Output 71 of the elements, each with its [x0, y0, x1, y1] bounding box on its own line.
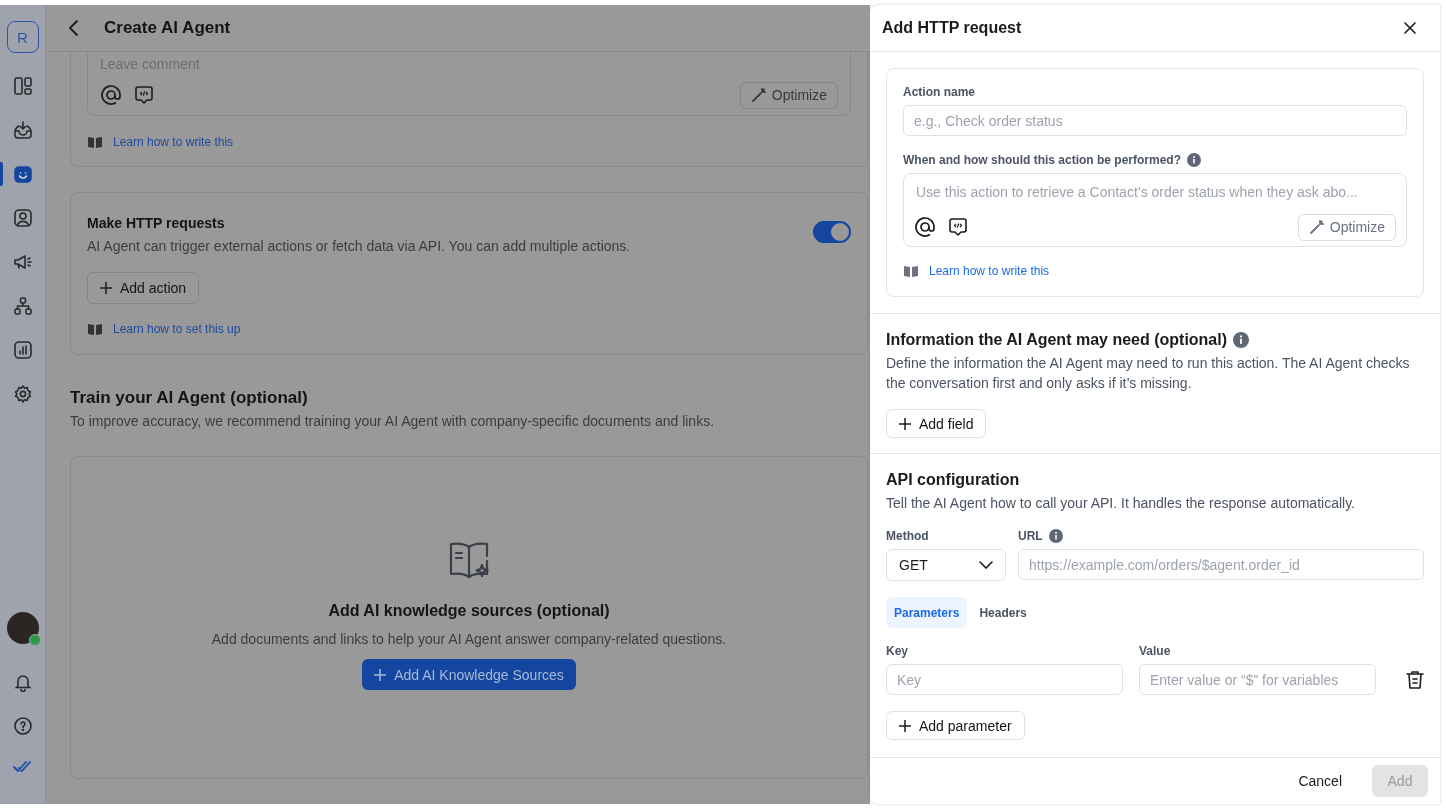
plus-icon [899, 417, 911, 430]
robot-face-icon [13, 164, 33, 184]
description-placeholder: Use this action to retrieve a Contact’s order status when they ask abo... [915, 183, 1359, 202]
optimize-button[interactable]: Optimize [739, 81, 838, 109]
key-field[interactable]: Key [886, 664, 1123, 695]
cancel-button[interactable]: Cancel [1284, 773, 1356, 789]
panel-title: Add HTTP request [882, 19, 1022, 37]
field-label: Key [886, 644, 909, 658]
info-icon[interactable] [1233, 332, 1250, 348]
section-title: API configuration [886, 470, 1021, 490]
value-field[interactable]: Enter value or “$” for variables [1139, 664, 1376, 695]
field-label: URL [1018, 529, 1043, 543]
card-title: Make HTTP requests [87, 214, 226, 233]
url-field[interactable]: https://example.com/orders/$agent.order_id [1018, 549, 1424, 580]
chevron-down-icon [979, 561, 993, 569]
toggle-switch[interactable] [813, 221, 851, 243]
trash-icon[interactable] [1406, 669, 1424, 690]
learn-link[interactable]: Learn how to write this [113, 135, 234, 149]
method-dropdown[interactable]: GET [886, 549, 1006, 581]
bell-icon[interactable] [12, 672, 33, 692]
book-icon [87, 322, 103, 336]
field-label: Action name [903, 85, 976, 99]
plus-icon [100, 282, 112, 294]
plus-icon [899, 719, 911, 732]
setup-link[interactable]: Learn how to set this up [113, 322, 241, 336]
org-chart-icon [13, 296, 33, 316]
book-icon [903, 264, 919, 278]
field-label: Method [886, 529, 930, 543]
add-knowledge-button[interactable]: Add AI Knowledge Sources [362, 659, 576, 690]
add-action-button[interactable]: Add action [87, 272, 200, 304]
section-description: To improve accuracy, we recommend training your AI Agent with company-specific documents and links. [70, 412, 716, 431]
action-name-field[interactable]: e.g., Check order status [903, 105, 1407, 136]
plus-icon [374, 668, 387, 681]
layout-icon [13, 76, 33, 96]
magic-wand-icon [1308, 219, 1325, 235]
section-title: Information the AI Agent may need (optional) [886, 330, 1228, 350]
book-icon [87, 135, 103, 149]
megaphone-icon [13, 252, 33, 272]
magic-wand-icon [750, 87, 767, 103]
bar-chart-icon [13, 340, 33, 360]
close-icon[interactable] [1404, 22, 1416, 34]
inbox-icon [13, 120, 33, 140]
knowledge-title: Add AI knowledge sources (optional) [328, 601, 610, 621]
contact-card-icon [13, 208, 33, 228]
help-icon[interactable] [12, 716, 33, 736]
user-avatar[interactable] [6, 612, 39, 644]
section-title: Train your AI Agent (optional) [70, 388, 309, 408]
double-check-icon[interactable] [12, 760, 33, 774]
add-field-button[interactable]: Add field [886, 409, 987, 438]
add-parameter-button[interactable]: Add parameter [886, 711, 1025, 740]
optimize-button[interactable]: Optimize [1297, 213, 1396, 241]
code-bubble-icon[interactable] [948, 217, 968, 237]
code-bubble-icon[interactable] [134, 85, 154, 105]
field-label: When and how should this action be performed? [903, 153, 1181, 167]
back-icon[interactable] [68, 19, 80, 37]
card-description: AI Agent can trigger external actions or fetch data via API. You can add multiple actions. [87, 237, 631, 256]
knowledge-description: Add documents and links to help your AI Agent answer company-related questions. [211, 630, 727, 649]
info-icon[interactable] [1187, 153, 1201, 167]
section-description: Tell the AI Agent how to call your API. It handles the response automatically. [886, 494, 1356, 513]
field-label: Value [1139, 644, 1172, 658]
workspace-avatar[interactable]: R [6, 21, 39, 53]
learn-link[interactable]: Learn how to write this [929, 264, 1050, 278]
at-sign-icon[interactable] [100, 84, 122, 106]
page-title: Create AI Agent [104, 18, 231, 38]
section-description: Define the information the AI Agent may need to run this action. The AI Agent checks the conversation first and only asks if it’s missing. [886, 354, 1411, 393]
description-field[interactable]: Use this action to retrieve a Contact’s order status when they ask abo... Optimize [903, 173, 1407, 247]
tab[interactable]: Parameters [886, 597, 968, 628]
info-icon[interactable] [1048, 529, 1063, 543]
tab[interactable]: Headers [971, 597, 1035, 628]
at-sign-icon[interactable] [914, 216, 936, 238]
settings-icon [13, 384, 33, 404]
